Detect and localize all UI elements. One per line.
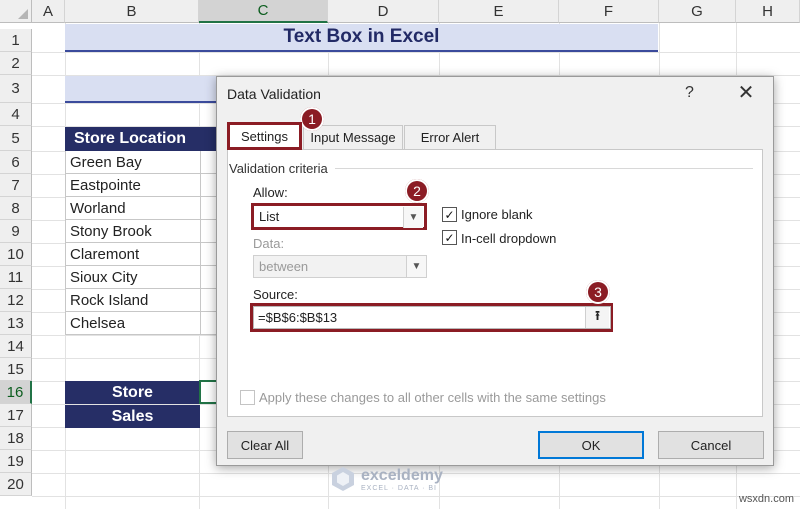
column-header-c[interactable]: C — [199, 0, 328, 23]
group-divider — [335, 168, 753, 169]
row-header-15[interactable]: 15 — [0, 358, 32, 381]
watermark-name: exceldemy — [361, 466, 443, 484]
sales-label-cell[interactable]: Sales — [65, 405, 200, 428]
location-cell[interactable]: Claremont — [65, 243, 200, 266]
upload-arrow-icon: ⭱ — [595, 307, 600, 323]
close-icon: ✕ — [737, 81, 755, 104]
collapse-dialog-button[interactable]: ⭱ — [585, 307, 609, 328]
row-header-20[interactable]: 20 — [0, 473, 32, 496]
step-badge-1: 1 — [300, 107, 324, 131]
row-header-12[interactable]: 12 — [0, 289, 32, 312]
row-header-19[interactable]: 19 — [0, 450, 32, 473]
exceldemy-logo-icon — [332, 467, 354, 491]
row-header-14[interactable]: 14 — [0, 335, 32, 358]
column-header-f[interactable]: F — [559, 0, 659, 23]
row-header-1[interactable]: 1 — [0, 29, 32, 52]
in-cell-dropdown-label: In-cell dropdown — [461, 231, 557, 246]
row-header-13[interactable]: 13 — [0, 312, 32, 335]
source-input[interactable]: =$B$6:$B$13 — [253, 306, 611, 329]
title-band-cell[interactable] — [65, 76, 225, 103]
column-header-h[interactable]: H — [736, 0, 800, 23]
apply-all-label: Apply these changes to all other cells w… — [259, 390, 606, 405]
row-header-9[interactable]: 9 — [0, 220, 32, 243]
row-header-4[interactable]: 4 — [0, 103, 32, 126]
column-header-e[interactable]: E — [439, 0, 559, 23]
check-icon: ✓ — [444, 230, 455, 245]
location-cell[interactable]: Eastpointe — [65, 174, 200, 197]
row-header-17[interactable]: 17 — [0, 404, 32, 427]
data-value: between — [259, 259, 309, 274]
dialog-title: Data Validation — [227, 86, 321, 102]
allow-select[interactable]: List ▼ — [251, 203, 427, 230]
data-label: Data: — [253, 236, 285, 251]
location-cell[interactable]: Worland — [65, 197, 200, 220]
row-header-6[interactable]: 6 — [0, 151, 32, 174]
row-header-7[interactable]: 7 — [0, 174, 32, 197]
settings-tab-panel — [227, 149, 763, 417]
row-header-16[interactable]: 16 — [0, 381, 32, 404]
allow-value: List — [259, 209, 280, 224]
cancel-button[interactable]: Cancel — [658, 431, 764, 459]
gridline — [32, 496, 800, 497]
column-header-a[interactable]: A — [32, 0, 65, 23]
source-value: =$B$6:$B$13 — [258, 310, 338, 325]
check-icon: ✓ — [444, 207, 455, 222]
validation-criteria-group-title: Validation criteria — [229, 161, 328, 176]
location-cell[interactable]: Sioux City — [65, 266, 200, 289]
help-button[interactable]: ? — [685, 84, 694, 102]
location-cell[interactable]: Green Bay — [65, 151, 200, 174]
watermark: exceldemy EXCEL · DATA · BI — [330, 466, 443, 492]
location-cell[interactable]: Rock Island — [65, 289, 200, 312]
sheet-title-cell[interactable]: Text Box in Excel — [65, 24, 658, 52]
tab-settings[interactable]: Settings — [227, 122, 302, 150]
row-header-3[interactable]: 3 — [0, 75, 32, 103]
clear-all-button[interactable]: Clear All — [227, 431, 303, 459]
select-all-corner[interactable] — [0, 0, 32, 23]
store-label-cell[interactable]: Store — [65, 381, 200, 404]
column-header-g[interactable]: G — [659, 0, 736, 23]
row-header-5[interactable]: 5 — [0, 126, 32, 151]
store-location-header-cell[interactable]: Store Location — [65, 127, 200, 151]
tab-error-alert[interactable]: Error Alert — [404, 125, 496, 149]
ignore-blank-label: Ignore blank — [461, 207, 533, 222]
ok-button[interactable]: OK — [538, 431, 644, 459]
in-cell-dropdown-checkbox[interactable]: ✓ — [442, 230, 457, 245]
data-validation-dialog: Data Validation ? ✕ Settings Input Messa… — [216, 76, 774, 466]
watermark-tagline: EXCEL · DATA · BI — [361, 484, 437, 492]
source-label: Source: — [253, 287, 298, 302]
chevron-down-icon[interactable]: ▼ — [403, 207, 423, 228]
row-header-8[interactable]: 8 — [0, 197, 32, 220]
step-badge-3: 3 — [586, 280, 610, 304]
chevron-down-icon: ▼ — [406, 256, 426, 277]
location-cell[interactable]: Chelsea — [65, 312, 200, 335]
location-cell[interactable]: Stony Brook — [65, 220, 200, 243]
gridline — [32, 52, 800, 53]
allow-label: Allow: — [253, 185, 288, 200]
apply-all-checkbox[interactable] — [240, 390, 255, 405]
column-header-b[interactable]: B — [65, 0, 199, 23]
site-watermark: wsxdn.com — [738, 493, 794, 505]
row-header-2[interactable]: 2 — [0, 52, 32, 75]
close-button[interactable]: ✕ — [734, 80, 758, 104]
row-header-10[interactable]: 10 — [0, 243, 32, 266]
column-header-d[interactable]: D — [328, 0, 439, 23]
row-header-18[interactable]: 18 — [0, 427, 32, 450]
ignore-blank-checkbox[interactable]: ✓ — [442, 207, 457, 222]
data-select: between ▼ — [253, 255, 427, 278]
step-badge-2: 2 — [405, 179, 429, 203]
row-header-11[interactable]: 11 — [0, 266, 32, 289]
